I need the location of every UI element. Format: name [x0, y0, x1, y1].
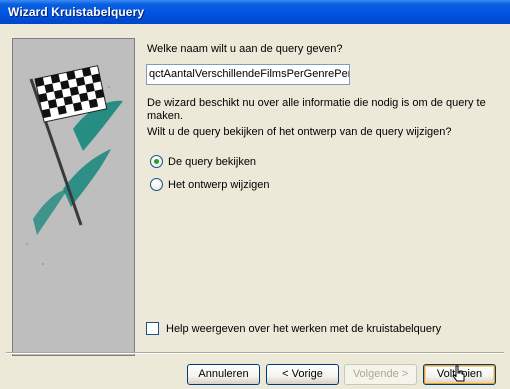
- divider: [6, 352, 504, 354]
- help-checkbox[interactable]: [146, 322, 159, 335]
- info-text: De wizard beschikt nu over alle informat…: [147, 97, 486, 122]
- next-button[interactable]: Volgende >: [344, 364, 417, 385]
- radio-view-query[interactable]: [150, 155, 163, 168]
- question-text: Wilt u de query bekijken of het ontwerp …: [147, 126, 452, 138]
- wizard-body: Welke naam wilt u aan de query geven? qc…: [0, 24, 510, 389]
- checkered-flag-icon: [26, 65, 123, 265]
- query-name-label: Welke naam wilt u aan de query geven?: [147, 43, 343, 55]
- option-modify-design[interactable]: Het ontwerp wijzigen: [150, 178, 270, 191]
- help-label: Help weergeven over het werken met de kr…: [166, 322, 442, 335]
- option-modify-design-label: Het ontwerp wijzigen: [168, 178, 270, 191]
- window-title: Wizard Kruistabelquery: [0, 0, 510, 24]
- radio-modify-design[interactable]: [150, 178, 163, 191]
- help-option[interactable]: Help weergeven over het werken met de kr…: [146, 322, 441, 335]
- cancel-button[interactable]: Annuleren: [187, 364, 260, 385]
- wizard-illustration: [12, 38, 135, 356]
- hand-cursor-icon: [452, 365, 465, 382]
- query-name-input[interactable]: qctAantalVerschillendeFilmsPerGenrePerLe…: [146, 64, 350, 85]
- option-view-query[interactable]: De query bekijken: [150, 155, 256, 168]
- back-button[interactable]: < Vorige: [266, 364, 339, 385]
- option-view-query-label: De query bekijken: [168, 155, 257, 168]
